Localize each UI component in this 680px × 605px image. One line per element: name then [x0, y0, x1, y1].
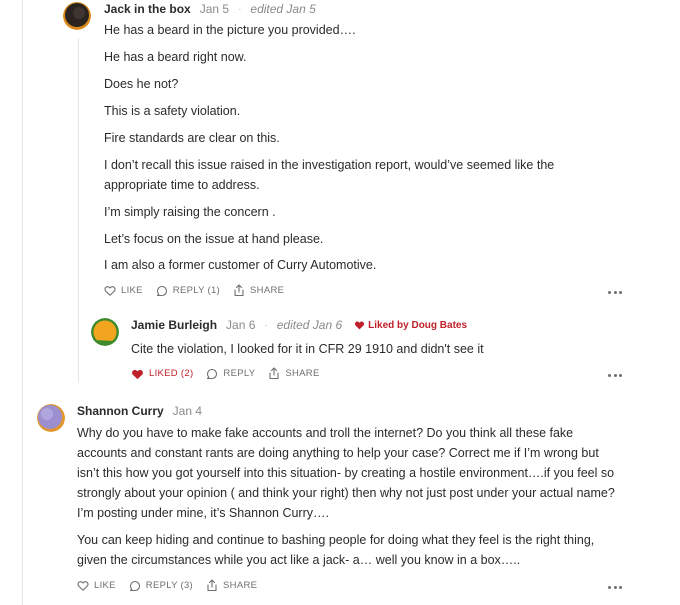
share-label: SHARE: [250, 285, 285, 296]
more-options-icon[interactable]: [608, 288, 622, 296]
comment-actions: LIKED (2) REPLY SHARE: [131, 367, 333, 380]
share-label: SHARE: [285, 368, 320, 379]
reply-label: REPLY (3): [145, 580, 194, 591]
comment-paragraph: Cite the violation, I looked for it in C…: [131, 342, 484, 356]
comment-paragraph: Why do you have to make fake accounts an…: [77, 426, 574, 440]
speech-bubble-icon: [156, 285, 167, 296]
avatar-image: [37, 404, 65, 432]
liked-button[interactable]: LIKED (2): [131, 368, 193, 380]
heart-filled-icon: [355, 321, 365, 330]
share-icon: [207, 579, 217, 592]
comment-paragraph: Fire standards are clear on this.: [104, 131, 280, 145]
comment-paragraph: appropriate time to address.: [104, 178, 260, 192]
share-button[interactable]: SHARE: [233, 284, 284, 297]
comment-date[interactable]: Jan 4: [173, 404, 202, 418]
comment-paragraph: I don’t recall this issue raised in the …: [104, 158, 555, 172]
share-button[interactable]: SHARE: [268, 367, 319, 380]
thread-line-outer: [22, 0, 23, 605]
more-options-icon[interactable]: [608, 583, 622, 591]
author-name[interactable]: Jack in the box: [104, 2, 191, 16]
author-name[interactable]: Shannon Curry: [77, 404, 164, 418]
reply-button[interactable]: REPLY (3): [129, 580, 193, 592]
comment-paragraph: You can keep hiding and continue to bash…: [77, 533, 595, 547]
author-name[interactable]: Jamie Burleigh: [131, 318, 217, 332]
comment-paragraph: This is a safety violation.: [104, 104, 241, 118]
comment-paragraph: given the circumstances while you act li…: [77, 553, 521, 567]
reply-label: REPLY (1): [172, 285, 221, 296]
share-icon: [269, 367, 279, 380]
comment-paragraph: He has a beard right now.: [104, 50, 247, 64]
heart-filled-icon: [132, 369, 143, 379]
comment-paragraph: accounts and constant rants are doing an…: [77, 446, 599, 460]
comment-paragraph: strongly about your opinion ( and think …: [77, 486, 615, 500]
comment-paragraph: I’m simply raising the concern .: [104, 205, 276, 219]
comment-meta: Shannon Curry Jan 4: [77, 404, 202, 418]
avatar[interactable]: [91, 318, 119, 346]
reply-button[interactable]: REPLY: [206, 368, 255, 380]
heart-outline-icon: [104, 286, 116, 296]
avatar-image: [91, 318, 119, 346]
like-button[interactable]: LIKE: [77, 580, 116, 591]
comment-paragraph: Let’s focus on the issue at hand please.: [104, 232, 324, 246]
like-label: LIKED (2): [149, 368, 194, 379]
avatar[interactable]: [37, 404, 65, 432]
reply-button[interactable]: REPLY (1): [156, 285, 220, 297]
edited-label: edited Jan 5: [250, 2, 316, 16]
share-label: SHARE: [223, 580, 258, 591]
comment-date[interactable]: Jan 5: [200, 2, 229, 16]
comment-paragraph: Does he not?: [104, 77, 179, 91]
comment-paragraph: I am also a former customer of Curry Aut…: [104, 258, 377, 272]
liked-by-badge[interactable]: Liked by Doug Bates: [354, 320, 467, 331]
comment-meta: Jack in the box Jan 5 · edited Jan 5: [104, 2, 316, 16]
liked-by-label: Liked by Doug Bates: [368, 319, 468, 331]
comment-actions: LIKE REPLY (1) SHARE: [104, 284, 297, 297]
meta-separator: ·: [264, 319, 268, 331]
share-button[interactable]: SHARE: [206, 579, 257, 592]
speech-bubble-icon: [129, 580, 140, 591]
comment-paragraph: isn’t this how you got yourself into thi…: [77, 466, 615, 480]
like-label: LIKE: [121, 285, 143, 296]
avatar[interactable]: [63, 2, 91, 30]
like-button[interactable]: LIKE: [104, 285, 143, 296]
comment-actions: LIKE REPLY (3) SHARE: [77, 579, 270, 592]
avatar-image: [63, 2, 91, 30]
more-options-icon[interactable]: [608, 371, 622, 379]
comment-date[interactable]: Jan 6: [226, 318, 255, 332]
comment-meta: Jamie Burleigh Jan 6 · edited Jan 6 Like…: [131, 318, 467, 332]
reply-label: REPLY: [223, 368, 256, 379]
comment-paragraph: I’m posting under mine, it’s Shannon Cur…: [77, 506, 329, 520]
speech-bubble-icon: [207, 368, 218, 379]
like-label: LIKE: [94, 580, 116, 591]
heart-outline-icon: [77, 581, 89, 591]
meta-separator: ·: [238, 3, 242, 15]
share-icon: [234, 284, 244, 297]
thread-line-reply: [78, 38, 79, 383]
comment-paragraph: He has a beard in the picture you provid…: [104, 23, 356, 37]
edited-label: edited Jan 6: [276, 318, 343, 332]
